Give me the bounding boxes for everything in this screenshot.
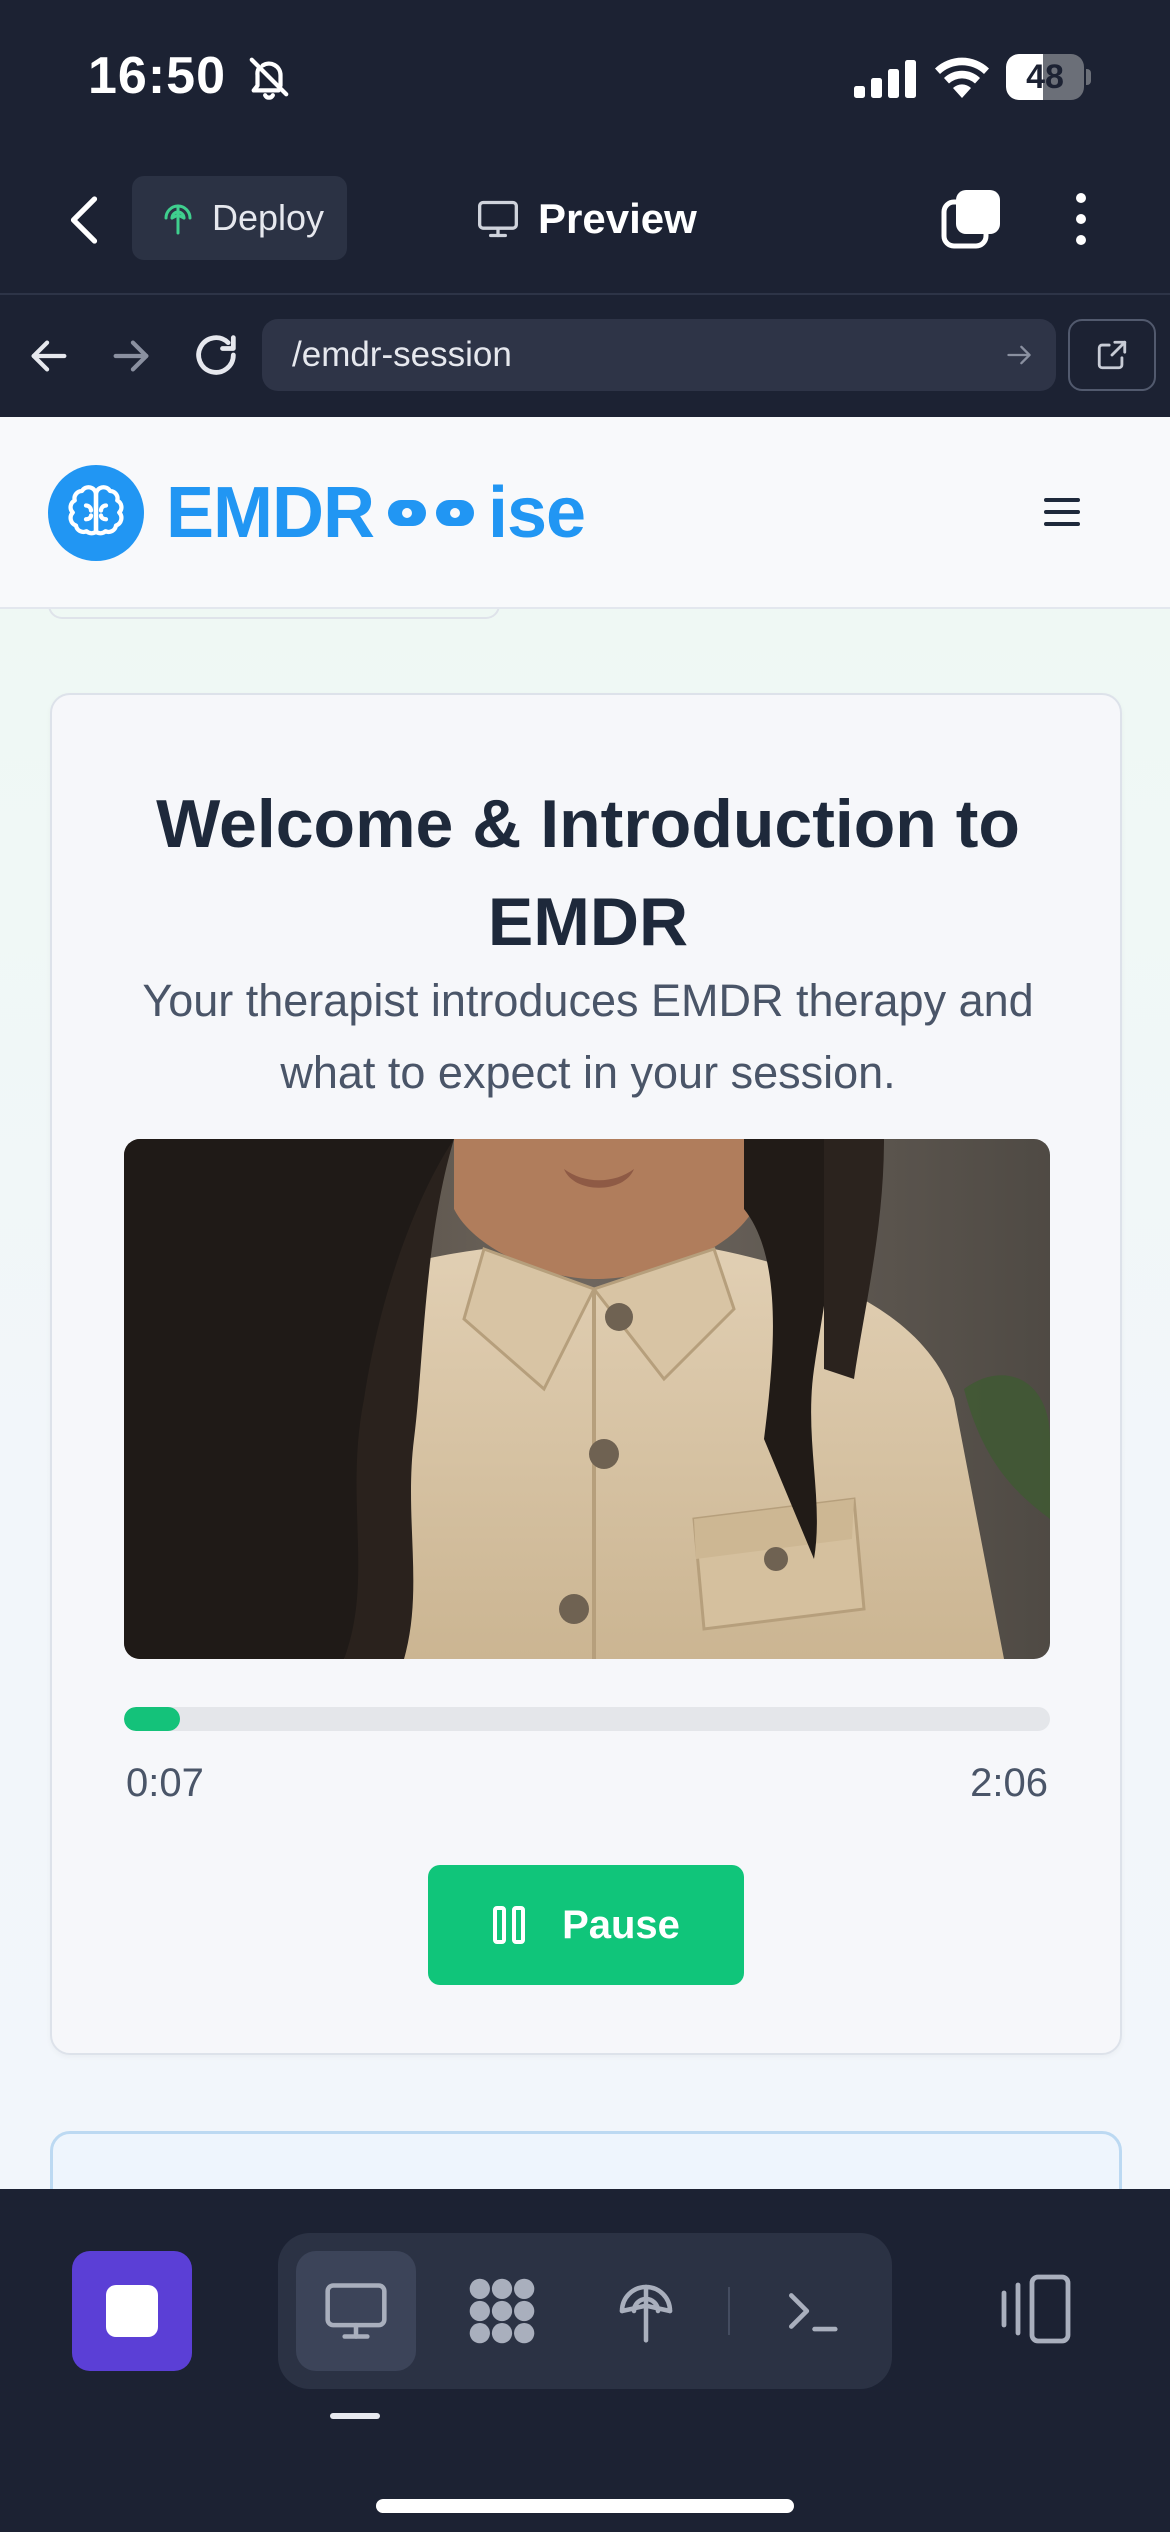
url-text: /emdr-session — [292, 335, 512, 374]
open-external-button[interactable] — [1068, 319, 1156, 391]
battery-percent: 48 — [1026, 58, 1064, 96]
arrow-left-icon[interactable] — [26, 333, 72, 379]
video-frame-image — [124, 1139, 1050, 1659]
wifi-icon — [935, 57, 989, 98]
session-step-card: Welcome & Introduction to EMDR Your ther… — [50, 693, 1122, 2055]
hamburger-menu-icon[interactable] — [1044, 497, 1080, 527]
brand-logotype[interactable]: EMDR ise — [166, 471, 586, 555]
preview-icon — [325, 2283, 387, 2339]
bell-off-icon — [249, 57, 289, 100]
preview-title: Preview — [476, 186, 697, 252]
deploy-tool-button[interactable] — [586, 2251, 706, 2371]
browser-url-row: /emdr-session — [0, 297, 1170, 417]
brand-part2: ise — [488, 473, 586, 553]
reload-icon[interactable] — [190, 329, 242, 381]
playback-progress-fill — [124, 1707, 180, 1731]
tabs-icon[interactable] — [940, 188, 1002, 250]
playback-progress-bar[interactable] — [124, 1707, 1050, 1731]
brand-eyes-icon — [388, 500, 474, 526]
next-card — [50, 2131, 1122, 2189]
external-link-icon — [1097, 340, 1127, 370]
deploy-icon — [164, 204, 192, 235]
preview-tool-button[interactable] — [296, 2251, 416, 2371]
site-navbar: EMDR ise — [0, 417, 1170, 609]
apps-icon — [469, 2278, 535, 2344]
arrow-right-icon[interactable] — [108, 333, 154, 379]
go-arrow-icon[interactable] — [1004, 341, 1034, 369]
more-options-icon[interactable] — [1062, 188, 1100, 250]
brand-part1: EMDR — [166, 473, 375, 553]
active-tool-indicator — [330, 2413, 380, 2419]
home-indicator — [376, 2499, 794, 2513]
cellular-signal-icon — [854, 60, 916, 98]
tool-switcher — [278, 2233, 892, 2389]
pause-icon — [493, 1906, 526, 1944]
pause-label: Pause — [562, 1902, 680, 1947]
apps-tool-button[interactable] — [442, 2251, 562, 2371]
monitor-icon — [478, 200, 518, 238]
status-time: 16:50 — [88, 47, 226, 105]
layout-toggle-icon[interactable] — [996, 2269, 1076, 2349]
brain-logo-icon[interactable] — [48, 465, 144, 561]
terminal-tool-button[interactable] — [752, 2251, 872, 2371]
stop-icon — [106, 2285, 158, 2337]
therapist-video[interactable] — [124, 1139, 1050, 1659]
toolbar-divider — [728, 2287, 730, 2335]
deploy-label: Deploy — [212, 197, 325, 238]
deploy-button[interactable]: Deploy — [132, 176, 347, 260]
url-input[interactable]: /emdr-session — [262, 319, 1056, 391]
card-subtitle: Your therapist introduces EMDR therapy a… — [142, 975, 1034, 1098]
current-time: 0:07 — [126, 1761, 204, 1805]
card-title: Welcome & Introduction to EMDR — [156, 786, 1020, 960]
terminal-icon — [789, 2293, 838, 2332]
preview-label: Preview — [538, 195, 697, 242]
app-header: Deploy Preview — [0, 150, 1170, 295]
total-time: 2:06 — [970, 1761, 1048, 1805]
deploy-tool-icon — [619, 2284, 673, 2343]
bottom-toolbar — [0, 2189, 1170, 2532]
web-page: EMDR ise Welcome & Introduction to EMDR … — [0, 417, 1170, 2189]
status-bar: 16:50 48 — [0, 0, 1170, 150]
stop-button[interactable] — [72, 2251, 192, 2371]
back-icon[interactable] — [62, 192, 106, 248]
pause-button[interactable]: Pause — [428, 1865, 744, 1985]
battery-indicator: 48 — [1006, 54, 1091, 100]
